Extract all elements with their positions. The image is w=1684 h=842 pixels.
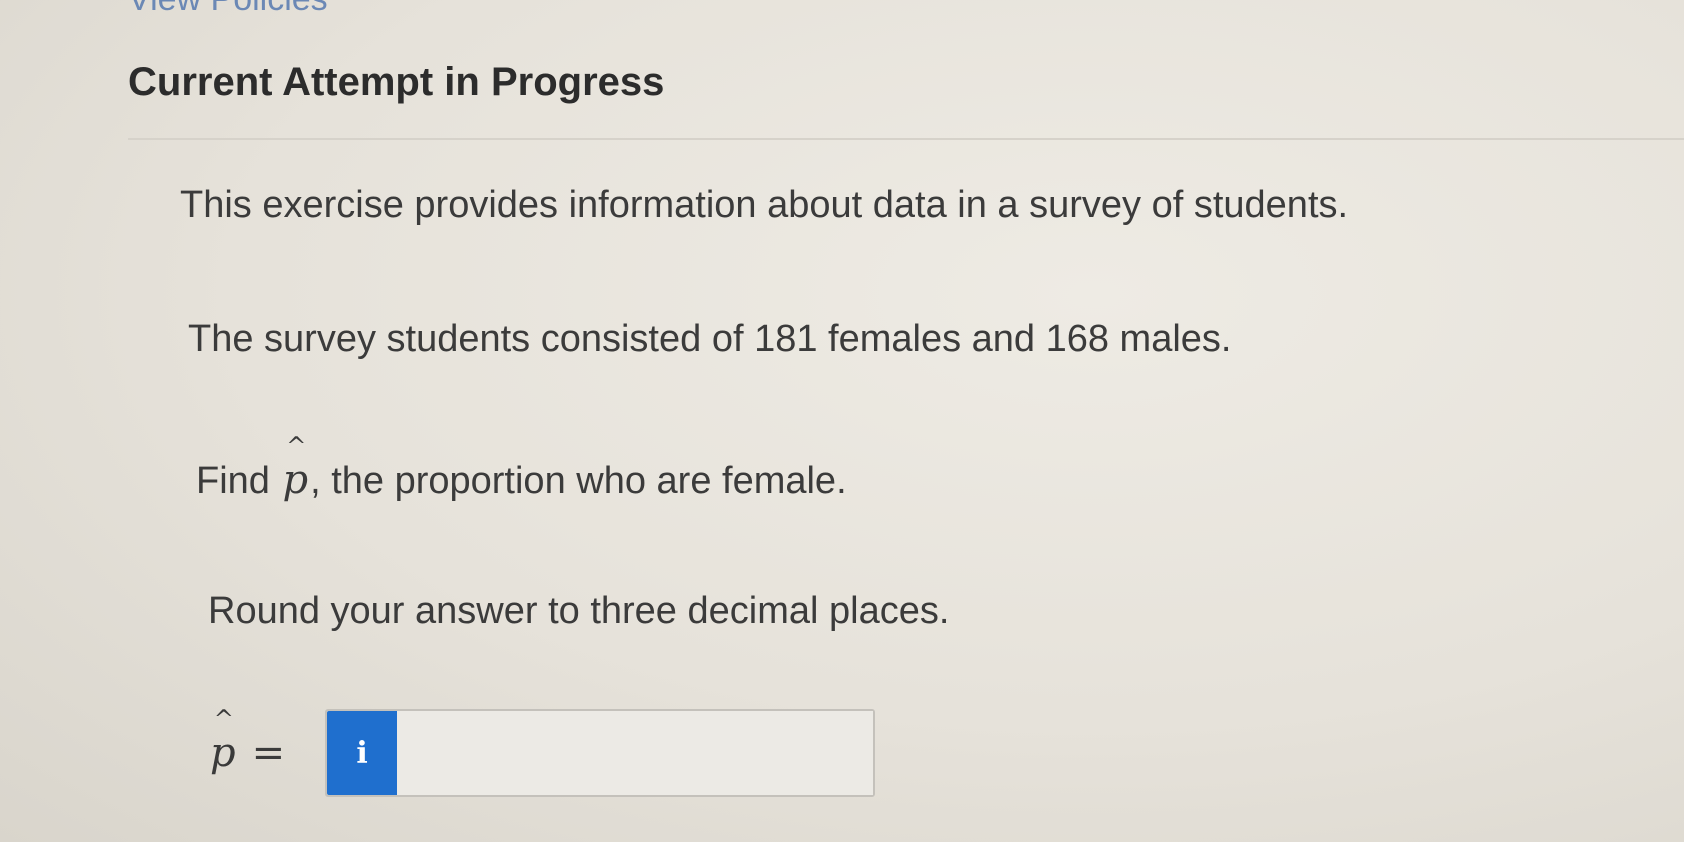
section-divider: [128, 138, 1684, 140]
answer-p-hat-symbol: p: [208, 733, 238, 773]
question-intro: This exercise provides information about…: [180, 184, 1349, 226]
answer-field: i: [325, 709, 876, 797]
prompt-text-after: , the proportion who are female.: [310, 460, 847, 502]
rounding-instruction: Round your answer to three decimal place…: [208, 590, 950, 632]
view-policies-link[interactable]: View Policies: [128, 0, 328, 19]
question-data-statement: The survey students consisted of 181 fem…: [188, 318, 1232, 360]
question-prompt: Find p, the proportion who are female.: [196, 460, 847, 503]
section-title: Current Attempt in Progress: [128, 60, 665, 104]
prompt-text-before: Find: [196, 460, 281, 502]
equals-sign: =: [251, 730, 286, 776]
answer-input[interactable]: [397, 711, 874, 795]
p-hat-symbol: p: [280, 460, 310, 500]
info-icon[interactable]: i: [327, 711, 398, 795]
answer-row: p = i: [208, 708, 876, 798]
